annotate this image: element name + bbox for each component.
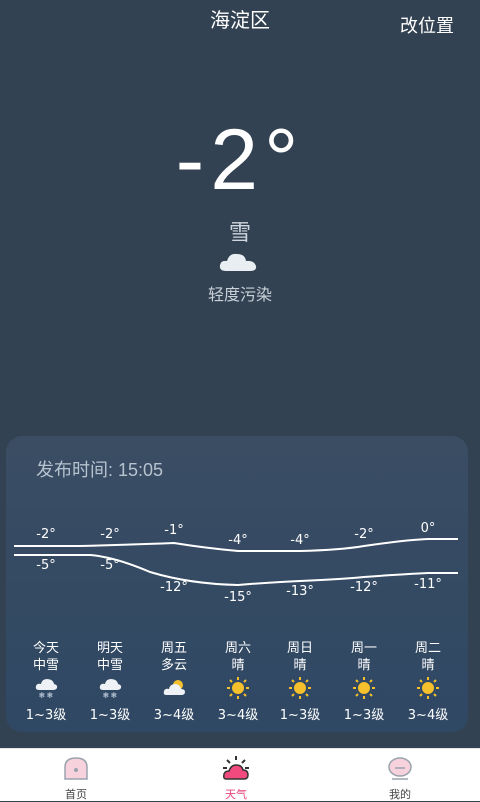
sun-icon [227,677,249,699]
day-weather: 晴 [357,658,371,673]
tab-home[interactable]: 首页 [16,749,136,801]
low-temp-label: -12° [160,580,188,595]
day-weather: 中雪 [96,658,123,673]
low-temp-label: -13° [286,584,314,599]
sun-icon [417,677,439,699]
day-weather: 晴 [231,658,245,673]
day-name: 周二 [414,641,441,656]
high-temp-label: -4° [228,533,247,548]
day-name: 周六 [224,641,251,656]
forecast-day: 周二晴 3~4级 [396,640,460,724]
day-name: 周一 [350,641,377,656]
home-icon [64,757,88,780]
day-weather: 多云 [160,658,187,673]
high-temp-label: -2° [354,527,373,542]
tab-mine[interactable]: 我的 [340,749,460,801]
publish-time: 发布时间: 15:05 [36,460,164,480]
high-temp-label: -1° [164,523,183,538]
snow-icon: ❄ ❄ [99,679,122,700]
day-weather: 中雪 [32,658,59,673]
low-temp-label: -12° [350,580,378,595]
low-temp-label: -11° [414,577,442,592]
temperature-trend-chart: -2° -5° -2° -5° -1° -12° -4° -15° -4° -13° -2° -12°… [14,521,458,605]
low-temp-label: -5° [36,558,55,573]
day-wind: 1~3级 [25,708,67,723]
temperature-labels: -2° -5° -2° -5° -1° -12° -4° -15° -4° -13° -2° -12°… [36,521,442,605]
current-temperature: -2° [175,112,305,208]
day-name: 周日 [286,641,313,656]
svg-text:❄: ❄ [39,691,46,700]
tab-bar: 首页 天气 我的 [0,748,480,801]
day-name: 周五 [160,641,187,656]
snow-icon: ❄ ❄ [35,679,58,700]
header: 海淀区 改位置 [0,0,480,44]
profile-icon [388,757,412,780]
sun-icon [353,677,375,699]
day-wind: 3~4级 [153,708,195,723]
forecast-day: 周五多云 3~4级 [142,640,206,724]
change-location-button[interactable]: 改位置 [400,12,454,38]
air-quality: 轻度污染 [207,285,272,304]
high-temp-label: -2° [100,527,119,542]
high-temp-label: 0° [421,521,436,536]
day-weather: 晴 [421,658,435,673]
forecast-day: 周日晴 1~3级 [268,640,332,724]
low-temp-label: -15° [224,590,252,605]
low-temp-label: -5° [100,558,119,573]
day-name: 今天 [32,641,59,656]
low-temperature-line [14,554,458,587]
high-temp-label: -2° [36,527,55,542]
high-temp-label: -4° [290,533,309,548]
forecast-day: 周六晴 3~4级 [206,640,270,724]
tab-weather[interactable]: 天气 [176,749,296,801]
day-wind: 1~3级 [279,708,321,723]
sun-icon [289,677,311,699]
partly-cloudy-icon [163,680,185,695]
day-wind: 3~4级 [407,708,449,723]
forecast-day: 周一晴 1~3级 [332,640,396,724]
day-name: 明天 [96,641,123,656]
day-wind: 3~4级 [217,708,259,723]
weather-icon [223,756,249,780]
forecast-day: 今天中雪 ❄ ❄ 1~3级 [14,640,78,724]
svg-text:❄: ❄ [47,691,54,700]
svg-text:❄: ❄ [103,691,110,700]
svg-text:❄: ❄ [111,691,118,700]
forecast-day: 明天中雪 ❄ ❄ 1~3级 [78,640,142,724]
current-condition: 雪 [228,221,251,246]
day-weather: 晴 [293,658,307,673]
day-wind: 1~3级 [89,708,131,723]
cloud-icon [219,253,257,271]
day-wind: 1~3级 [343,708,385,723]
